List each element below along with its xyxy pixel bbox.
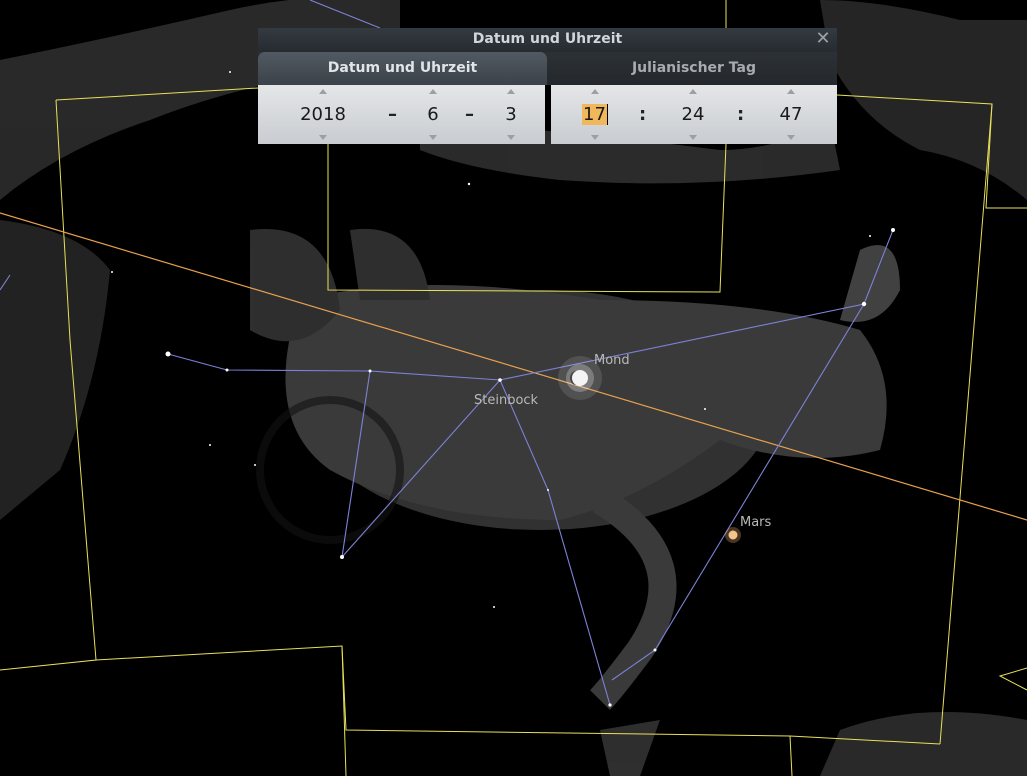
dialog-tabs: Datum und Uhrzeit Julianischer Tag bbox=[258, 52, 837, 85]
month-down-arrow-icon[interactable] bbox=[429, 135, 437, 140]
dialog-titlebar[interactable]: Datum und Uhrzeit ✕ bbox=[258, 28, 837, 53]
hour-up-arrow-icon[interactable] bbox=[591, 89, 599, 94]
time-separator: : bbox=[737, 104, 745, 125]
minute-spinner[interactable]: 24 bbox=[672, 85, 714, 144]
month-spinner[interactable]: 6 bbox=[413, 85, 453, 144]
year-up-arrow-icon[interactable] bbox=[319, 89, 327, 94]
hour-value[interactable]: 17 bbox=[574, 104, 616, 125]
tab-date-time[interactable]: Datum und Uhrzeit bbox=[258, 52, 547, 85]
time-panel: 17 : 24 : 47 bbox=[551, 85, 837, 144]
close-icon[interactable]: ✕ bbox=[813, 29, 833, 49]
second-up-arrow-icon[interactable] bbox=[787, 89, 795, 94]
hour-down-arrow-icon[interactable] bbox=[591, 135, 599, 140]
constellation-label: Steinbock bbox=[474, 393, 539, 408]
time-separator: : bbox=[639, 104, 647, 125]
minute-up-arrow-icon[interactable] bbox=[689, 89, 697, 94]
day-down-arrow-icon[interactable] bbox=[507, 135, 515, 140]
second-down-arrow-icon[interactable] bbox=[787, 135, 795, 140]
date-separator: – bbox=[388, 104, 397, 125]
hour-spinner[interactable]: 17 bbox=[574, 85, 616, 144]
month-value[interactable]: 6 bbox=[413, 104, 453, 125]
date-separator: – bbox=[465, 104, 474, 125]
year-spinner[interactable]: 2018 bbox=[288, 85, 358, 144]
tab-julian-day[interactable]: Julianischer Tag bbox=[551, 52, 837, 85]
date-time-dialog: Datum und Uhrzeit ✕ Datum und Uhrzeit Ju… bbox=[258, 28, 837, 144]
year-down-arrow-icon[interactable] bbox=[319, 135, 327, 140]
day-value[interactable]: 3 bbox=[491, 104, 531, 125]
moon-label: Mond bbox=[594, 353, 630, 368]
year-value[interactable]: 2018 bbox=[288, 104, 358, 125]
mars-label: Mars bbox=[740, 515, 772, 530]
mars-object[interactable] bbox=[725, 527, 741, 543]
second-value[interactable]: 47 bbox=[770, 104, 812, 125]
minute-value[interactable]: 24 bbox=[672, 104, 714, 125]
day-spinner[interactable]: 3 bbox=[491, 85, 531, 144]
dialog-title: Datum und Uhrzeit bbox=[472, 31, 623, 47]
month-up-arrow-icon[interactable] bbox=[429, 89, 437, 94]
day-up-arrow-icon[interactable] bbox=[507, 89, 515, 94]
date-panel: 2018 – 6 – 3 bbox=[258, 85, 545, 144]
minute-down-arrow-icon[interactable] bbox=[689, 135, 697, 140]
hour-selected-text[interactable]: 17 bbox=[582, 104, 608, 125]
second-spinner[interactable]: 47 bbox=[770, 85, 812, 144]
